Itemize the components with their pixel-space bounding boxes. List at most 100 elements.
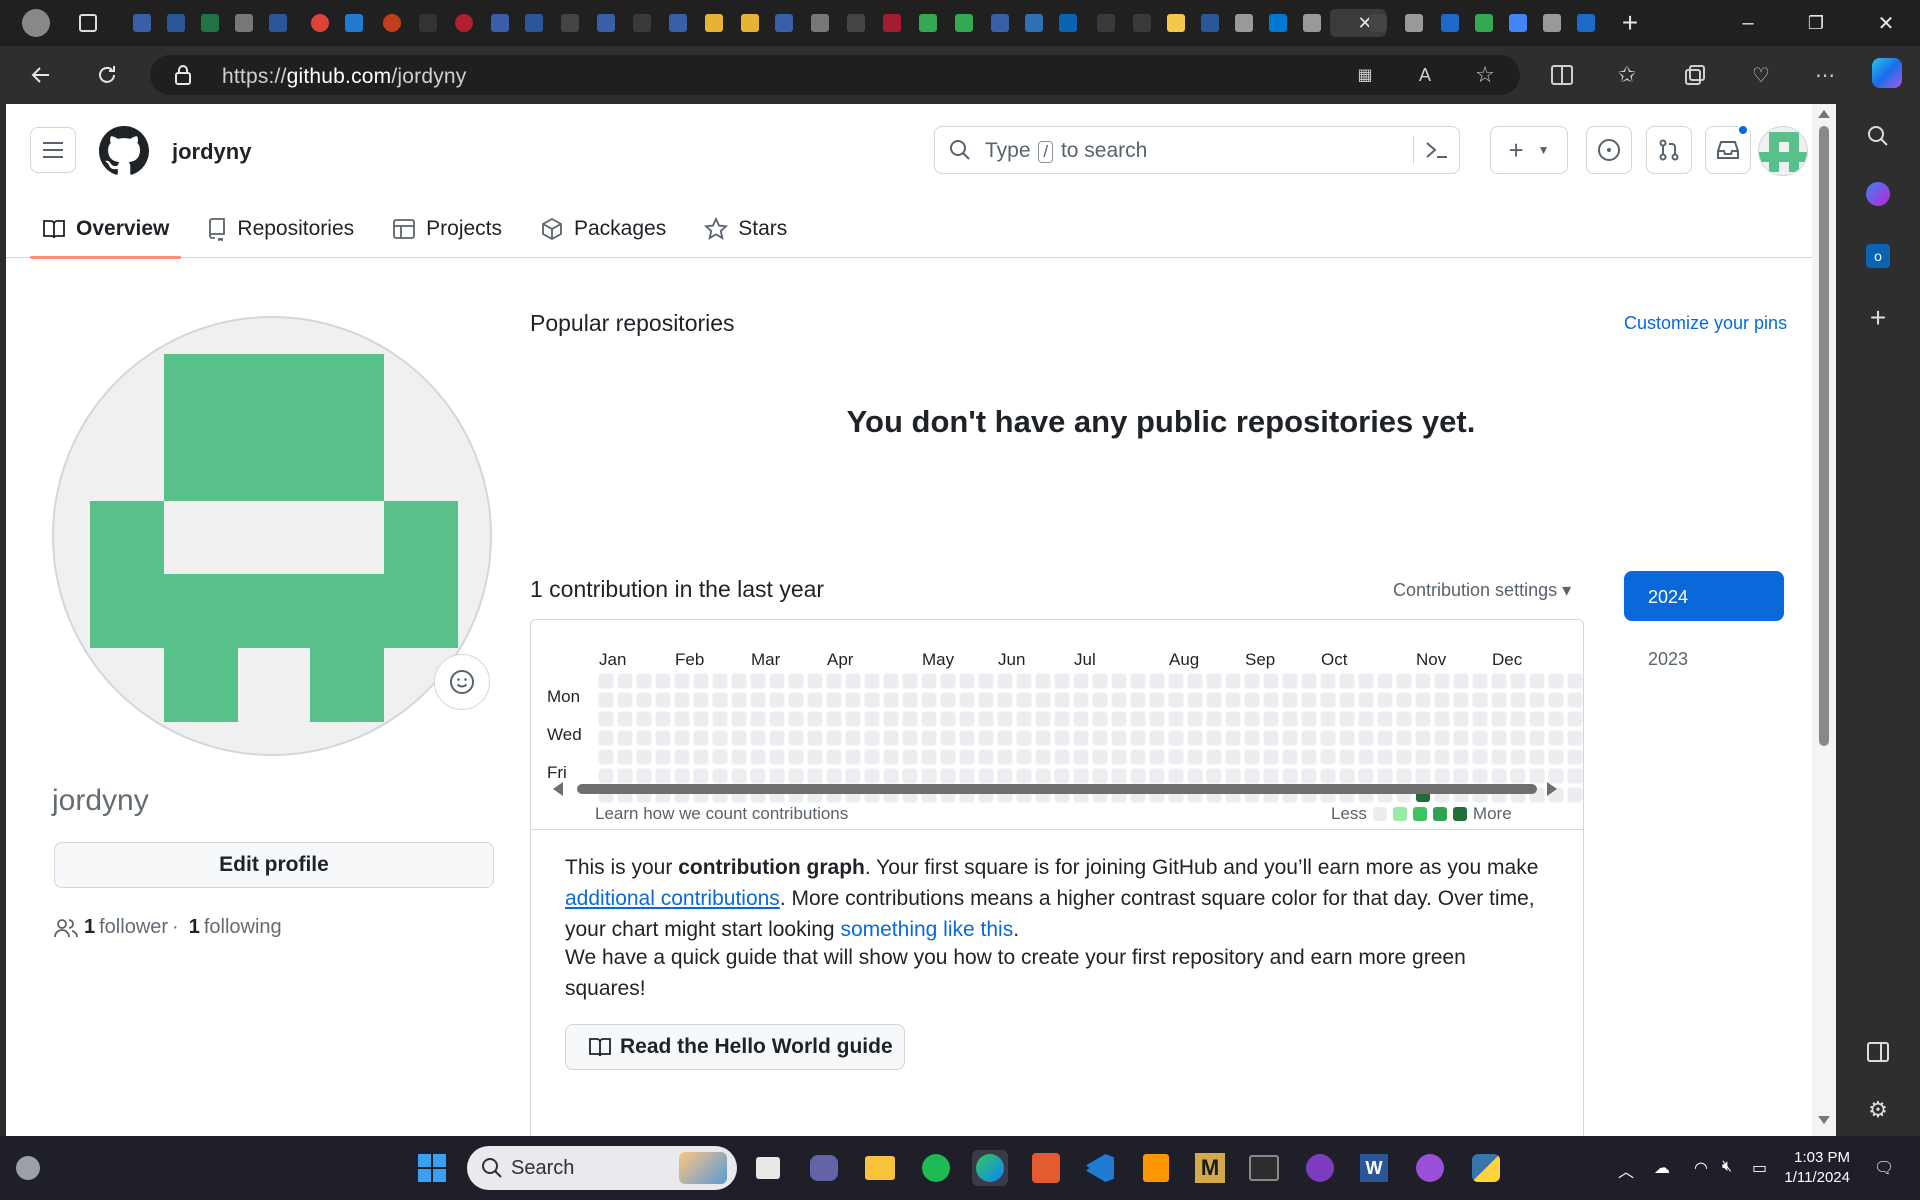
tab-projects[interactable]: Projects xyxy=(380,200,514,258)
copilot-icon[interactable] xyxy=(1872,58,1902,88)
calendar-app-icon[interactable] xyxy=(1028,1150,1064,1186)
restore-icon[interactable]: ❐ xyxy=(1794,6,1838,40)
contribution-day-cell[interactable] xyxy=(636,711,652,727)
contribution-day-cell[interactable] xyxy=(1149,673,1165,689)
contribution-day-cell[interactable] xyxy=(1377,711,1393,727)
scroll-up-icon[interactable] xyxy=(1818,110,1830,118)
contribution-day-cell[interactable] xyxy=(1187,749,1203,765)
contribution-day-cell[interactable] xyxy=(1149,749,1165,765)
contribution-day-cell[interactable] xyxy=(1206,673,1222,689)
contribution-day-cell[interactable] xyxy=(769,711,785,727)
contribution-day-cell[interactable] xyxy=(1472,673,1488,689)
contribution-day-cell[interactable] xyxy=(1301,768,1317,784)
contribution-day-cell[interactable] xyxy=(807,768,823,784)
contribution-day-cell[interactable] xyxy=(1016,768,1032,784)
tab-favicon-chart[interactable] xyxy=(986,9,1014,37)
menu-icon[interactable] xyxy=(30,127,76,173)
widgets-icon[interactable] xyxy=(10,1150,46,1186)
year-2024-button[interactable]: 2024 xyxy=(1624,571,1784,621)
contribution-day-cell[interactable] xyxy=(674,749,690,765)
tab-favicon-word[interactable] xyxy=(264,9,292,37)
contribution-day-cell[interactable] xyxy=(1301,730,1317,746)
contribution-day-cell[interactable] xyxy=(959,692,975,708)
contribution-day-cell[interactable] xyxy=(1035,768,1051,784)
contribution-day-cell[interactable] xyxy=(1073,692,1089,708)
contribution-day-cell[interactable] xyxy=(1263,692,1279,708)
contribution-day-cell[interactable] xyxy=(1529,730,1545,746)
contribution-day-cell[interactable] xyxy=(1187,730,1203,746)
contribution-day-cell[interactable] xyxy=(1054,711,1070,727)
lock-icon[interactable] xyxy=(174,65,192,90)
contribution-day-cell[interactable] xyxy=(1529,673,1545,689)
contribution-day-cell[interactable] xyxy=(636,749,652,765)
contribution-day-cell[interactable] xyxy=(1510,692,1526,708)
contribution-day-cell[interactable] xyxy=(1225,673,1241,689)
contribution-day-cell[interactable] xyxy=(674,692,690,708)
contribution-day-cell[interactable] xyxy=(712,730,728,746)
contribution-day-cell[interactable] xyxy=(864,692,880,708)
contribution-day-cell[interactable] xyxy=(997,692,1013,708)
contribution-day-cell[interactable] xyxy=(1491,692,1507,708)
tab-favicon-duck[interactable] xyxy=(700,9,728,37)
contribution-day-cell[interactable] xyxy=(674,768,690,784)
tab-favicon-doc[interactable] xyxy=(1298,9,1326,37)
close-window-icon[interactable]: ✕ xyxy=(1864,6,1908,40)
contribution-day-cell[interactable] xyxy=(1301,692,1317,708)
volume-muted-icon[interactable]: 🔇︎ xyxy=(1722,1158,1732,1176)
contribution-day-cell[interactable] xyxy=(1320,692,1336,708)
contribution-day-cell[interactable] xyxy=(978,711,994,727)
contribution-day-cell[interactable] xyxy=(674,673,690,689)
collections-icon[interactable] xyxy=(1680,60,1710,90)
contribution-day-cell[interactable] xyxy=(1567,692,1583,708)
contribution-day-cell[interactable] xyxy=(1301,749,1317,765)
contribution-day-cell[interactable] xyxy=(598,673,614,689)
contribution-day-cell[interactable] xyxy=(1111,673,1127,689)
contribution-day-cell[interactable] xyxy=(1282,730,1298,746)
contribution-day-cell[interactable] xyxy=(1016,692,1032,708)
contribution-day-cell[interactable] xyxy=(1092,673,1108,689)
contribution-day-cell[interactable] xyxy=(1339,711,1355,727)
contribution-day-cell[interactable] xyxy=(940,749,956,765)
contribution-day-cell[interactable] xyxy=(1529,749,1545,765)
contribution-day-cell[interactable] xyxy=(750,692,766,708)
contribution-day-cell[interactable] xyxy=(731,711,747,727)
tab-favicon-search[interactable] xyxy=(1364,9,1392,37)
contribution-day-cell[interactable] xyxy=(1263,768,1279,784)
contribution-day-cell[interactable] xyxy=(921,749,937,765)
contribution-day-cell[interactable] xyxy=(1016,749,1032,765)
contribution-day-cell[interactable] xyxy=(1168,749,1184,765)
search-input[interactable]: Type / to search xyxy=(934,126,1460,174)
contribution-day-cell[interactable] xyxy=(1491,768,1507,784)
contribution-day-cell[interactable] xyxy=(864,749,880,765)
contribution-day-cell[interactable] xyxy=(1415,730,1431,746)
contribution-day-cell[interactable] xyxy=(807,673,823,689)
contribution-day-cell[interactable] xyxy=(1187,711,1203,727)
contribution-day-cell[interactable] xyxy=(1054,749,1070,765)
contribution-day-cell[interactable] xyxy=(750,768,766,784)
contribution-day-cell[interactable] xyxy=(921,768,937,784)
sublime-text-icon[interactable] xyxy=(1138,1150,1174,1186)
tab-repositories[interactable]: Repositories xyxy=(195,200,366,258)
tab-favicon-doc[interactable] xyxy=(1538,9,1566,37)
contribution-day-cell[interactable] xyxy=(1092,768,1108,784)
contribution-day-cell[interactable] xyxy=(1320,749,1336,765)
contribution-day-cell[interactable] xyxy=(769,749,785,765)
contribution-day-cell[interactable] xyxy=(617,730,633,746)
contribution-day-cell[interactable] xyxy=(1206,768,1222,784)
contribution-day-cell[interactable] xyxy=(1472,692,1488,708)
customize-pins-link[interactable]: Customize your pins xyxy=(1624,313,1787,334)
tab-favicon-blank[interactable] xyxy=(1128,9,1156,37)
command-palette-icon[interactable] xyxy=(1425,139,1449,166)
contribution-day-cell[interactable] xyxy=(1396,673,1412,689)
contribution-day-cell[interactable] xyxy=(617,768,633,784)
contribution-day-cell[interactable] xyxy=(1491,673,1507,689)
tab-favicon-chart[interactable] xyxy=(1162,9,1190,37)
notifications-icon[interactable]: 🗨︎ xyxy=(1874,1158,1894,1178)
favorites-icon[interactable]: ✩ xyxy=(1612,60,1642,90)
contribution-day-cell[interactable] xyxy=(731,730,747,746)
contribution-day-cell[interactable] xyxy=(1472,749,1488,765)
tray-overflow-icon[interactable]: ︿ xyxy=(1618,1158,1634,1182)
contribution-day-cell[interactable] xyxy=(1491,730,1507,746)
contribution-day-cell[interactable] xyxy=(1339,749,1355,765)
contribution-day-cell[interactable] xyxy=(1301,673,1317,689)
